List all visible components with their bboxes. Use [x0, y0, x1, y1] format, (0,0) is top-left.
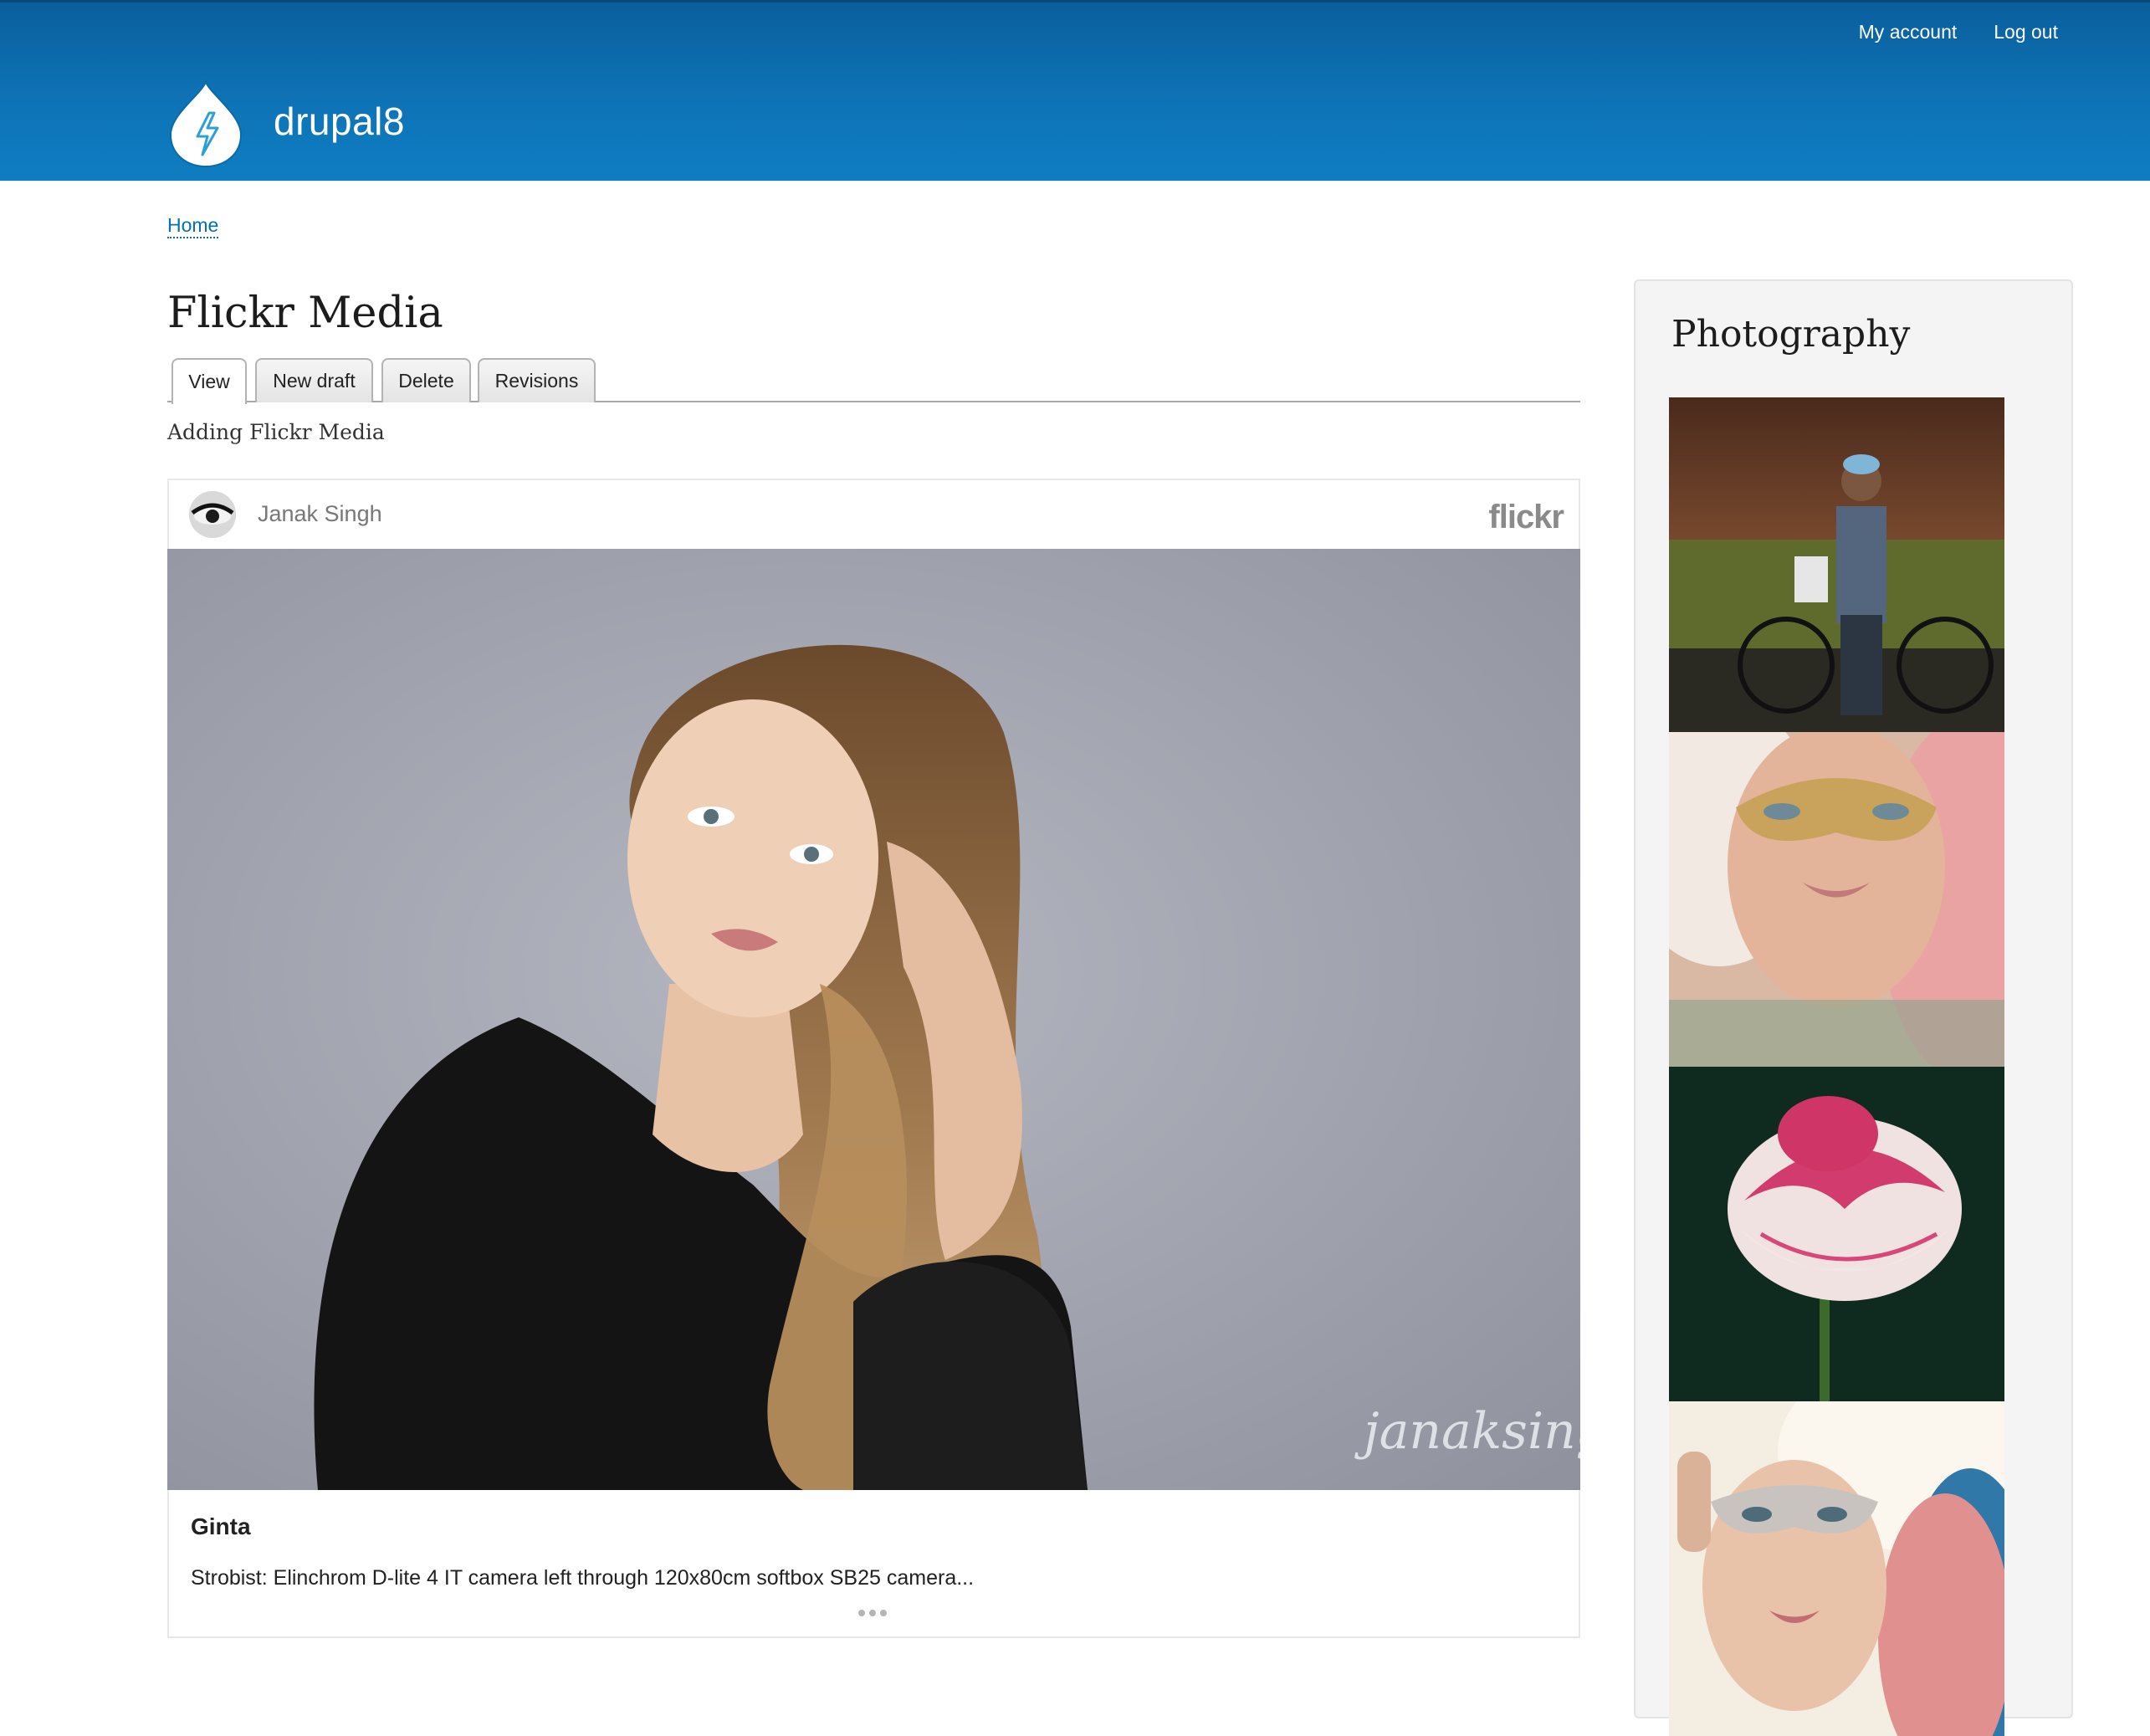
node-body-text: Adding Flickr Media — [167, 420, 385, 444]
page-title: Flickr Media — [167, 289, 443, 338]
flickr-embed-card: Janak Singh flickr janaksin Ginta Strobi… — [167, 479, 1580, 1638]
photo-description: Strobist: Elinchrom D-lite 4 IT camera l… — [191, 1566, 975, 1590]
sidebar-title: Photography — [1671, 313, 1911, 356]
thumbnail-pink-rose[interactable] — [1669, 1067, 2004, 1401]
thumbnail-woman-in-gold-mask[interactable] — [1669, 732, 2004, 1067]
log-out-link[interactable]: Log out — [1994, 21, 2058, 44]
my-account-link[interactable]: My account — [1859, 21, 1958, 44]
photo-title[interactable]: Ginta — [191, 1513, 251, 1540]
flickr-card-header: Janak Singh flickr — [169, 480, 1579, 549]
site-name[interactable]: drupal8 — [274, 99, 405, 144]
thumbnail-woman-in-feather-mask[interactable] — [1669, 1401, 2004, 1736]
tab-revisions[interactable]: Revisions — [478, 358, 596, 402]
flickr-logo[interactable]: flickr — [1488, 499, 1564, 536]
breadcrumb-home-link[interactable]: Home — [167, 214, 219, 238]
tab-view[interactable]: View — [171, 358, 247, 404]
photo-watermark: janaksingh — [1354, 1402, 1580, 1461]
flickr-photo[interactable]: janaksingh — [167, 549, 1580, 1490]
tab-new-draft[interactable]: New draft — [255, 358, 373, 402]
thumbnail-man-with-bicycle[interactable] — [1669, 397, 2004, 732]
local-tasks-tabs: View New draft Delete Revisions — [167, 358, 1580, 404]
author-avatar[interactable] — [189, 491, 236, 538]
breadcrumb: Home — [167, 214, 219, 238]
tab-delete[interactable]: Delete — [381, 358, 471, 402]
drupal-drop-icon[interactable] — [167, 79, 244, 168]
ellipsis-icon[interactable] — [858, 1610, 887, 1616]
secondary-menu: My account Log out — [1859, 21, 2058, 44]
sidebar-block: Photography — [1634, 279, 2073, 1736]
site-header: My account Log out drupal8 — [0, 0, 2150, 181]
author-name[interactable]: Janak Singh — [258, 501, 382, 527]
